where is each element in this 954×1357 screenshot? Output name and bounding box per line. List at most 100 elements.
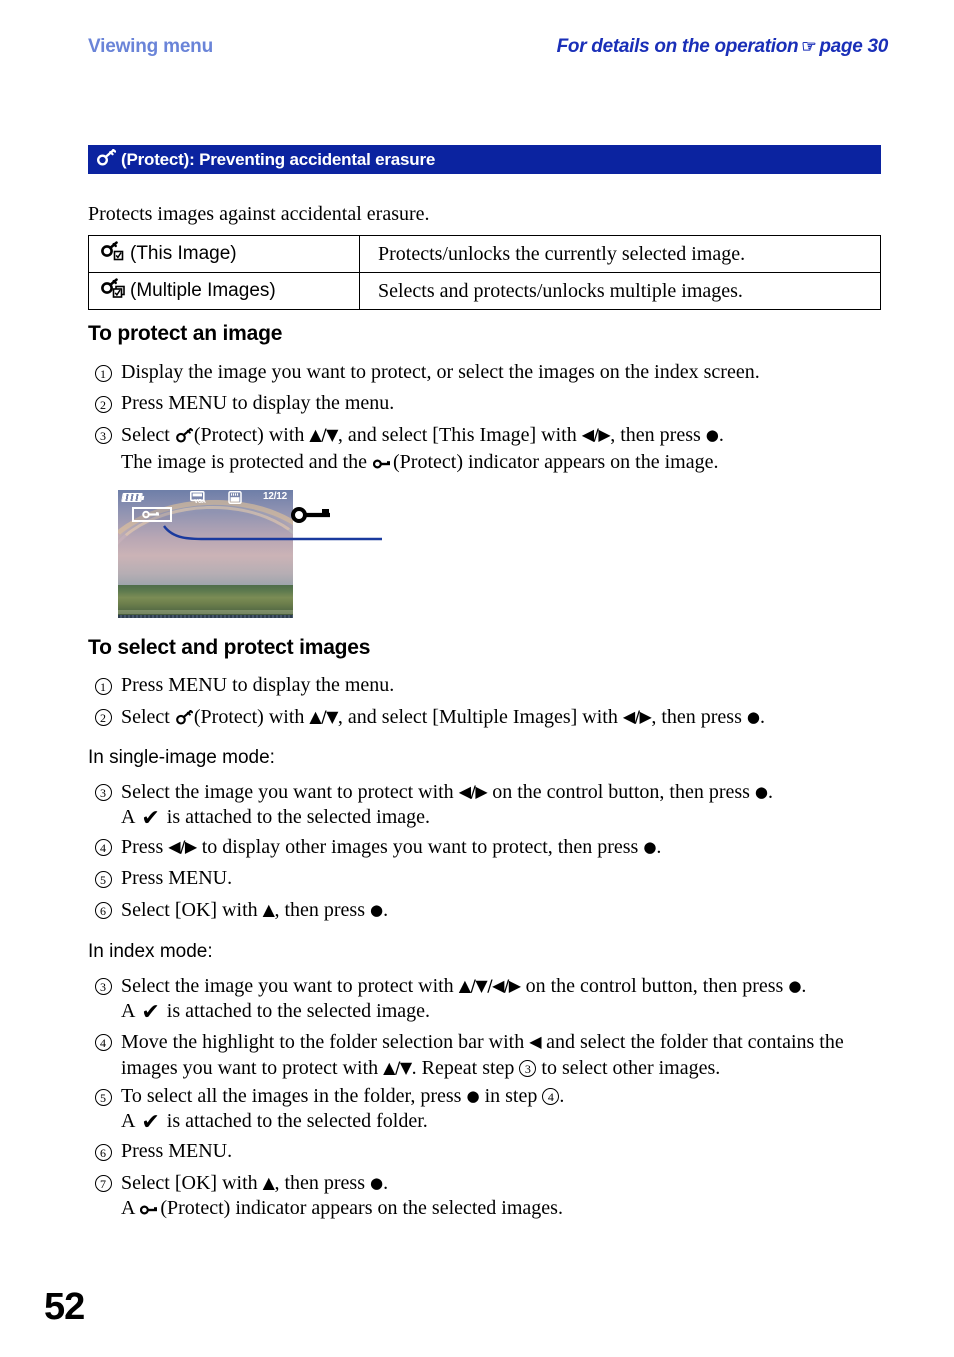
- key-single-check-icon: [101, 241, 125, 267]
- camera-lcd-screen: VGA 12/12: [118, 490, 293, 618]
- center-button-glyph: ●: [466, 1087, 480, 1105]
- step-number: 3: [92, 423, 114, 448]
- step-text-fragment: and select the folder that contains the: [546, 1031, 844, 1053]
- step-line: Select the image you want to protect wit…: [121, 973, 892, 999]
- step-text: To select all the images in the folder, …: [121, 1084, 892, 1134]
- step-text: Press MENU to display the menu.: [121, 674, 395, 696]
- battery-icon: [121, 493, 143, 502]
- heading-single-image-mode: In single-image mode:: [88, 747, 275, 768]
- protect-indicator-badge: [132, 507, 172, 522]
- option-description-cell: Selects and protects/unlocks multiple im…: [359, 272, 881, 310]
- step-text: Select the image you want to protect wit…: [121, 973, 892, 1024]
- step-text-fragment: A: [121, 806, 135, 828]
- step-text-fragment: .: [759, 706, 765, 728]
- callout-protect-icon: [290, 505, 350, 531]
- step-text-fragment: Select: [121, 706, 170, 728]
- step-text-fragment: To select all the images in the folder, …: [121, 1085, 462, 1107]
- step-reference-number: 4: [542, 1088, 560, 1105]
- step-text-fragment: Select: [121, 424, 170, 446]
- step-item: 3 Select (Protect) with ▲/▼, and select …: [92, 422, 892, 477]
- step-line: images you want to protect with ▲/▼. Rep…: [121, 1055, 892, 1081]
- left-right-arrows-glyph: ◀/▶: [581, 425, 611, 444]
- step-number: 5: [92, 1085, 114, 1110]
- option-label-text: (This Image): [130, 243, 237, 264]
- step-text-fragment: .: [383, 899, 389, 921]
- table-row: (Multiple Images) Selects and protects/u…: [88, 272, 881, 310]
- running-head-right: For details on the operation ☞ page 30: [556, 36, 889, 58]
- step-line: A ✔ is attached to the selected image.: [121, 1000, 431, 1025]
- step-text: Press MENU.: [121, 1140, 233, 1162]
- center-button-glyph: ●: [788, 977, 802, 995]
- step-text-fragment: .: [559, 1085, 565, 1107]
- step-text: Select (Protect) with ▲/▼, and select [M…: [121, 704, 892, 732]
- pointing-hand-icon: ☞: [801, 37, 817, 56]
- running-head-right-after: page 30: [819, 36, 888, 57]
- step-text-fragment: Select the image you want to protect wit…: [121, 781, 454, 803]
- step-text-fragment: .: [383, 1172, 389, 1194]
- step-line: Select the image you want to protect wit…: [121, 779, 892, 805]
- step-reference-number: 3: [519, 1060, 537, 1077]
- step-number: 4: [92, 835, 114, 860]
- step-item: 3 Select the image you want to protect w…: [92, 779, 892, 830]
- step-text-fragment: , and select [Multiple Images] with: [337, 706, 618, 728]
- step-item: 5 Press MENU.: [92, 866, 892, 891]
- foreground-fence: [118, 615, 293, 618]
- center-button-glyph: ●: [370, 1174, 384, 1192]
- lcd-status-row: VGA 12/12: [118, 490, 293, 506]
- option-label-cell: (This Image): [88, 235, 360, 273]
- protect-key-indicator-icon: [372, 452, 393, 477]
- step-line: A (Protect) indicator appears on the sel…: [121, 1196, 892, 1223]
- option-description-cell: Protects/unlocks the currently selected …: [359, 235, 881, 273]
- table-row: (This Image) Protects/unlocks the curren…: [88, 235, 881, 273]
- step-item: 4 Press ◀/▶ to display other images you …: [92, 834, 892, 860]
- step-item: 6 Select [OK] with ▲, then press ●.: [92, 897, 892, 923]
- step-text: Press MENU.: [121, 867, 233, 889]
- up-down-arrows-glyph: ▲/▼: [383, 1058, 412, 1077]
- step-text-fragment: .: [718, 424, 724, 446]
- step-number: 1: [92, 674, 114, 699]
- running-head: Viewing menu For details on the operatio…: [88, 36, 888, 66]
- running-head-right-before: For details on the operation: [556, 36, 799, 57]
- step-number: 4: [92, 1030, 114, 1055]
- step-number: 3: [92, 780, 114, 805]
- landscape-foreground: [118, 584, 293, 618]
- step-text-fragment: A: [121, 1197, 135, 1219]
- step-text: Press MENU to display the menu.: [121, 392, 395, 414]
- option-description-text: Protects/unlocks the currently selected …: [378, 242, 746, 265]
- step-number: 6: [92, 898, 114, 923]
- running-head-left: Viewing menu: [88, 36, 213, 57]
- protect-key-indicator-icon: [139, 1198, 160, 1223]
- step-number: 1: [92, 361, 114, 386]
- step-text: Select (Protect) with ▲/▼, and select [T…: [121, 422, 892, 477]
- center-button-glyph: ●: [705, 426, 719, 444]
- step-text-fragment: Select [OK] with: [121, 899, 258, 921]
- step-text-fragment: .: [656, 836, 662, 858]
- field-band: [118, 610, 293, 615]
- center-button-glyph: ●: [643, 838, 657, 856]
- key-protect-icon: [96, 148, 117, 171]
- step-text: Display the image you want to protect, o…: [121, 361, 760, 383]
- step-text-fragment: The image is protected and the: [121, 451, 368, 473]
- step-text-fragment: Press: [121, 836, 164, 858]
- camera-lcd-illustration: VGA 12/12: [118, 490, 382, 618]
- step-number: 2: [92, 392, 114, 417]
- step-line: To select all the images in the folder, …: [121, 1084, 892, 1109]
- step-text-fragment: A: [121, 1000, 135, 1022]
- step-text-fragment: Select the image you want to protect wit…: [121, 975, 454, 997]
- section-header-title: (Protect): Preventing accidental erasure: [121, 149, 436, 169]
- step-text-fragment: Move the highlight to the folder selecti…: [121, 1031, 525, 1053]
- step-item: 2 Press MENU to display the menu.: [92, 391, 892, 416]
- step-text-fragment: .: [801, 975, 807, 997]
- step-text: Press ◀/▶ to display other images you wa…: [121, 834, 892, 860]
- memory-card-icon: [228, 491, 242, 504]
- step-text-fragment: , then press: [610, 424, 701, 446]
- center-button-glyph: ●: [746, 708, 760, 726]
- step-text-fragment: (Protect) indicator appears on the image…: [393, 451, 719, 473]
- protect-key-indicator-icon: [142, 506, 162, 524]
- left-arrow-glyph: ◀: [529, 1032, 542, 1051]
- four-way-arrows-glyph: ▲/▼/◀/▶: [458, 976, 521, 995]
- step-text: Select the image you want to protect wit…: [121, 779, 892, 830]
- up-arrow-glyph: ▲: [262, 900, 275, 919]
- step-text-fragment: on the control button, then press: [492, 781, 750, 803]
- section-header-bar: (Protect): Preventing accidental erasure: [88, 145, 881, 174]
